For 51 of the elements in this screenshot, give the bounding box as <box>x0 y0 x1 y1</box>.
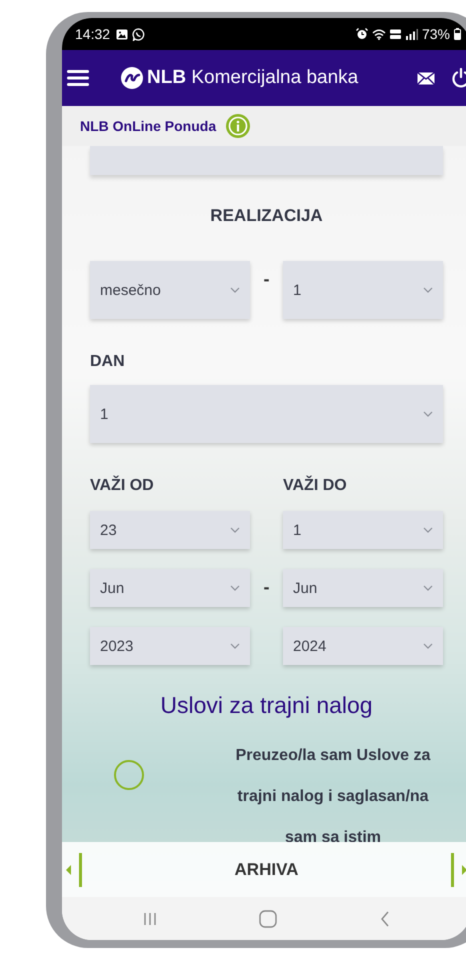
chevron-down-icon <box>230 287 240 293</box>
chevron-down-icon <box>423 527 433 533</box>
chevron-down-icon <box>423 585 433 591</box>
archive-tab[interactable]: ARHIVA <box>82 860 451 880</box>
signal-bars-icon <box>406 28 418 40</box>
chevron-down-icon <box>230 585 240 591</box>
wifi-icon <box>372 28 386 40</box>
battery-icon <box>454 28 461 40</box>
chevron-down-icon <box>423 411 433 417</box>
alarm-clock-icon <box>356 28 368 40</box>
dropdown-field[interactable]: 2024 <box>283 627 443 665</box>
dropdown-field[interactable]: 23 <box>90 511 250 549</box>
bank-logo-icon <box>121 67 143 89</box>
battery-percent: 73% <box>422 26 450 42</box>
divider-bar-icon <box>79 852 82 886</box>
right-arrow-icon <box>462 864 466 874</box>
section-title: REALIZACIJA <box>209 206 324 226</box>
consent-radio-button[interactable] <box>114 760 144 790</box>
currency-field[interactable] <box>90 146 443 175</box>
info-icon <box>226 114 250 138</box>
chat-bubble-icon <box>132 28 146 40</box>
menu-icon <box>67 69 89 87</box>
image-icon <box>116 28 128 40</box>
status-time: 14:32 <box>75 26 110 42</box>
field-label: VAŽI DO <box>283 476 348 496</box>
dash-separator: - <box>264 270 270 291</box>
field-label: DAN <box>90 352 126 372</box>
recent-apps-icon <box>143 912 158 926</box>
divider-bar-icon <box>451 852 454 886</box>
terms-heading: Uslovi za trajni nalog <box>159 692 374 719</box>
chevron-down-icon <box>230 643 240 649</box>
dropdown-field[interactable]: 2023 <box>90 627 250 665</box>
left-arrow-icon <box>66 864 71 874</box>
bank-name: NLB Komercijalna banka <box>147 67 358 89</box>
chevron-down-icon <box>423 643 433 649</box>
chevron-down-icon <box>230 527 240 533</box>
envelope-icon <box>417 72 435 84</box>
power-icon <box>451 68 466 88</box>
dropdown-field[interactable]: mesečno <box>90 261 250 319</box>
dropdown-field[interactable]: 1 <box>90 385 443 443</box>
dash-separator: - <box>264 578 270 599</box>
page-title: NLB OnLine Ponuda <box>80 118 216 134</box>
back-icon <box>380 910 390 926</box>
home-icon <box>259 910 278 928</box>
consent-text: Preuzeo/la sam Uslove za trajni nalog i saglasan/na sam sa istim <box>234 746 432 848</box>
field-label: VAŽI OD <box>90 476 155 496</box>
dropdown-field[interactable]: Jun <box>283 569 443 607</box>
chevron-down-icon <box>423 287 433 293</box>
dropdown-field[interactable]: 1 <box>283 511 443 549</box>
dropdown-field[interactable]: 1 <box>283 261 443 319</box>
dropdown-field[interactable]: Jun <box>90 569 250 607</box>
